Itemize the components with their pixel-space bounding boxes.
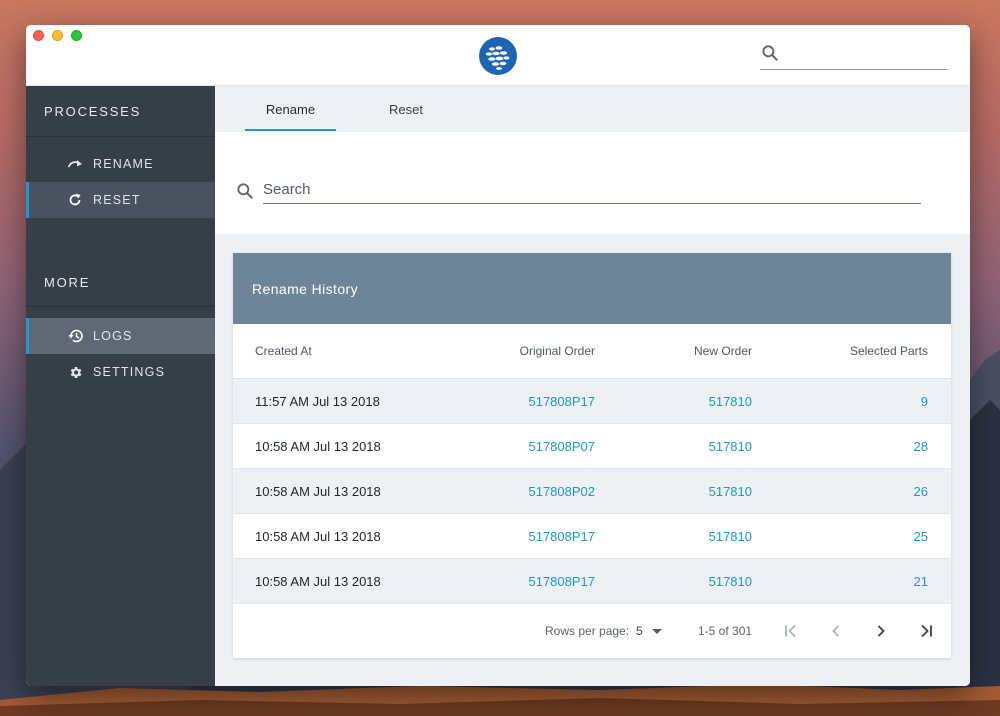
last-page-button[interactable] bbox=[914, 619, 938, 643]
table-row[interactable]: 10:58 AM Jul 13 2018 517808P07 517810 28 bbox=[233, 424, 951, 469]
next-page-button[interactable] bbox=[869, 619, 893, 643]
active-tab-indicator bbox=[245, 129, 336, 131]
tab-rename[interactable]: Rename bbox=[245, 86, 336, 132]
selected-parts-link[interactable]: 26 bbox=[914, 469, 928, 514]
created-at-cell: 10:58 AM Jul 13 2018 bbox=[255, 484, 381, 499]
sail-logo-icon bbox=[479, 37, 517, 75]
new-order-link[interactable]: 517810 bbox=[709, 469, 752, 514]
app-window: PROCESSES RENAME RESET MORE LOGS SETTING… bbox=[26, 25, 970, 686]
global-search[interactable] bbox=[760, 43, 948, 70]
search-icon bbox=[237, 183, 253, 199]
rows-per-page-label: Rows per page: bbox=[545, 624, 630, 638]
chevron-right-icon bbox=[877, 625, 885, 637]
chevron-left-icon bbox=[832, 625, 840, 637]
sidebar-divider bbox=[26, 136, 215, 137]
table-pagination: Rows per page: 5 1-5 of 301 bbox=[233, 604, 951, 658]
sidebar-item-label: LOGS bbox=[93, 329, 133, 343]
table-row[interactable]: 10:58 AM Jul 13 2018 517808P17 517810 25 bbox=[233, 514, 951, 559]
new-order-link[interactable]: 517810 bbox=[709, 559, 752, 604]
original-order-link[interactable]: 517808P17 bbox=[528, 379, 595, 424]
created-at-cell: 10:58 AM Jul 13 2018 bbox=[255, 574, 381, 589]
original-order-link[interactable]: 517808P07 bbox=[528, 424, 595, 469]
sidebar-item-label: RENAME bbox=[93, 157, 154, 171]
gear-icon bbox=[67, 364, 83, 380]
created-at-cell: 11:57 AM Jul 13 2018 bbox=[255, 394, 380, 409]
first-page-button[interactable] bbox=[779, 619, 803, 643]
previous-page-button[interactable] bbox=[824, 619, 848, 643]
column-header-original-order[interactable]: Original Order bbox=[520, 324, 595, 378]
sidebar-item-rename[interactable]: RENAME bbox=[26, 146, 215, 182]
table-row[interactable]: 10:58 AM Jul 13 2018 517808P02 517810 26 bbox=[233, 469, 951, 514]
new-order-link[interactable]: 517810 bbox=[709, 514, 752, 559]
last-page-icon bbox=[921, 624, 932, 638]
minimize-window-button[interactable] bbox=[52, 30, 63, 41]
selected-parts-link[interactable]: 21 bbox=[914, 559, 928, 604]
sidebar: PROCESSES RENAME RESET MORE LOGS SETTING… bbox=[26, 86, 215, 686]
search-input[interactable] bbox=[263, 176, 921, 204]
redo-arrow-icon bbox=[67, 156, 83, 172]
sidebar-divider bbox=[26, 306, 215, 307]
sidebar-item-logs[interactable]: LOGS bbox=[26, 318, 215, 354]
search-panel bbox=[215, 132, 970, 234]
pagination-range: 1-5 of 301 bbox=[698, 624, 753, 638]
created-at-cell: 10:58 AM Jul 13 2018 bbox=[255, 439, 381, 454]
caret-down-icon bbox=[651, 628, 662, 634]
maximize-window-button[interactable] bbox=[71, 30, 82, 41]
new-order-link[interactable]: 517810 bbox=[709, 424, 752, 469]
sidebar-item-reset[interactable]: RESET bbox=[26, 182, 215, 218]
sidebar-item-label: SETTINGS bbox=[93, 365, 166, 379]
new-order-link[interactable]: 517810 bbox=[709, 379, 752, 424]
first-page-icon bbox=[785, 624, 796, 638]
tab-bar: Rename Reset bbox=[215, 86, 970, 132]
sidebar-section-processes: PROCESSES bbox=[44, 104, 142, 119]
table-row[interactable]: 10:58 AM Jul 13 2018 517808P17 517810 21 bbox=[233, 559, 951, 604]
close-window-button[interactable] bbox=[33, 30, 44, 41]
search-icon[interactable] bbox=[760, 43, 780, 63]
column-header-created-at[interactable]: Created At bbox=[255, 324, 312, 378]
sidebar-section-more: MORE bbox=[44, 275, 91, 290]
selected-parts-link[interactable]: 28 bbox=[914, 424, 928, 469]
selected-parts-link[interactable]: 25 bbox=[914, 514, 928, 559]
column-header-selected-parts[interactable]: Selected Parts bbox=[850, 324, 928, 378]
rows-per-page-select[interactable]: 5 bbox=[636, 604, 662, 658]
refresh-icon bbox=[67, 192, 83, 208]
sidebar-item-label: RESET bbox=[93, 193, 141, 207]
selected-parts-link[interactable]: 9 bbox=[921, 379, 928, 424]
original-order-link[interactable]: 517808P02 bbox=[528, 469, 595, 514]
column-header-new-order[interactable]: New Order bbox=[694, 324, 752, 378]
history-icon bbox=[67, 328, 83, 344]
original-order-link[interactable]: 517808P17 bbox=[528, 559, 595, 604]
sidebar-item-settings[interactable]: SETTINGS bbox=[26, 354, 215, 390]
table-row[interactable]: 11:57 AM Jul 13 2018 517808P17 517810 9 bbox=[233, 379, 951, 424]
created-at-cell: 10:58 AM Jul 13 2018 bbox=[255, 529, 381, 544]
card-title: Rename History bbox=[233, 253, 951, 324]
original-order-link[interactable]: 517808P17 bbox=[528, 514, 595, 559]
rows-per-page-value: 5 bbox=[636, 624, 643, 638]
tab-reset[interactable]: Reset bbox=[365, 86, 447, 132]
main-content: Rename Reset Rename History Created At O… bbox=[215, 86, 970, 686]
title-bar bbox=[26, 25, 970, 86]
rename-history-card: Rename History Created At Original Order… bbox=[233, 253, 951, 658]
